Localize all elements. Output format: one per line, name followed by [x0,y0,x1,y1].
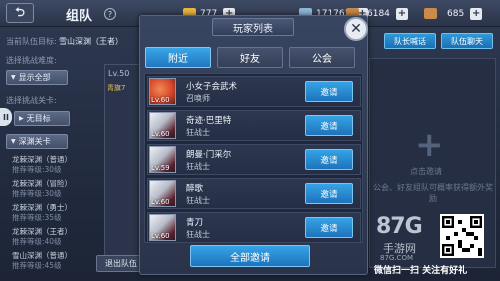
player-level: Lv.59 [151,164,170,172]
qr-code [440,214,484,258]
close-icon: ✕ [350,21,362,37]
watermark-caption: 微信扫一扫 关注有好礼 [374,266,468,276]
mode-item[interactable]: 龙棘深渊（普通） 推荐等级:30级 [12,155,72,175]
invite-hint-text: 公会、好友组队可概率获得额外奖励 [373,183,493,203]
player-class: 狂战士 [186,162,210,171]
triangle-right-icon: ▶ [19,115,24,122]
player-level: Lv.60 [151,130,170,138]
list-item: Lv.60 醉歌 狂战士 邀请 [147,178,361,209]
list-item: Lv.60 小女子会武术 召唤师 邀请 [147,76,361,107]
player-class: 狂战士 [186,230,210,239]
tab-guild[interactable]: 公会 [289,47,355,68]
resource-scroll-2: 685 + [424,6,483,21]
help-icon[interactable]: ? [104,8,116,20]
list-item: Lv.59 朗曼·门采尔 狂战士 邀请 [147,144,361,175]
leave-team-button[interactable]: 退出队伍 [96,255,144,272]
player-name: 小女子会武术 [186,82,238,92]
mode-item[interactable]: 龙棘深渊（王者） 推荐等级:40级 [12,227,72,247]
slot-level: Lv.50 [108,69,130,78]
watermark-logo: 87G [376,214,423,239]
player-class: 狂战士 [186,196,210,205]
player-list[interactable]: Lv.60 小女子会武术 召唤师 邀请 Lv.60 奇迹·巴里特 狂战士 邀请 … [144,73,363,243]
invite-button[interactable]: 邀请 [305,217,353,238]
player-class: 狂战士 [186,128,210,137]
scroll-1-value: 6184 [367,8,390,19]
add-scroll-1-button[interactable]: + [395,7,408,20]
invite-button[interactable]: 邀请 [305,115,353,136]
player-level: Lv.60 [151,232,170,240]
watermark-url: 87G.COM [380,254,413,262]
scroll-2-value: 685 [447,8,465,19]
modal-title: 玩家列表 [212,18,294,36]
avatar: Lv.60 [149,78,176,105]
goal-label: 当前队伍目标: [6,37,57,46]
triangle-down-icon: ▼ [11,74,16,81]
scroll-knob[interactable]: II [0,108,12,126]
player-name: 醉歌 [186,184,204,194]
list-item: Lv.60 青刀 狂战士 邀请 [147,212,361,242]
level-label: 选择挑战关卡: [6,96,57,105]
invite-button[interactable]: 邀请 [305,183,353,204]
invite-all-button[interactable]: 全部邀请 [190,245,310,267]
player-name: 奇迹·巴里特 [186,116,232,126]
player-level: Lv.60 [151,198,170,206]
scroll-icon [424,8,437,19]
invite-button[interactable]: 邀请 [305,81,353,102]
mode-item[interactable]: 龙棘深渊（冒险） 推荐等级:30级 [12,179,72,199]
player-name: 朗曼·门采尔 [186,150,232,160]
slot-tag: 青旗7 [107,84,126,92]
team-slot[interactable] [104,64,142,264]
tab-nearby[interactable]: 附近 [145,47,211,68]
goal-value: 雪山深渊（王者） [59,37,123,46]
invite-button[interactable]: 邀请 [305,149,353,170]
no-target-button[interactable]: ▶ 无目标 [14,111,70,126]
player-name: 青刀 [186,218,204,228]
list-item: Lv.60 奇迹·巴里特 狂战士 邀请 [147,110,361,141]
avatar: Lv.60 [149,112,176,139]
click-invite-label: 点击邀请 [410,167,442,176]
team-chat-button[interactable]: 队伍聊天 [441,33,493,49]
player-level: Lv.60 [151,96,170,104]
page-title: 组队 [66,9,93,24]
qr-code-icon [442,216,482,256]
mode-item[interactable]: 雪山深渊（普通） 推荐等级:45级 [12,251,72,271]
back-button[interactable]: ⮌ [6,3,34,23]
plus-icon: + [415,125,444,165]
add-scroll-2-button[interactable]: + [470,7,483,20]
difficulty-label: 选择挑战难度: [6,56,57,65]
close-button[interactable]: ✕ [344,17,368,41]
player-class: 召唤师 [186,94,210,103]
avatar: Lv.60 [149,180,176,207]
mode-item[interactable]: 龙棘深渊（勇士） 推荐等级:35级 [12,203,72,223]
tab-friends[interactable]: 好友 [217,47,283,68]
show-all-button[interactable]: ▼ 显示全部 [6,70,68,85]
captain-shout-button[interactable]: 队长喊话 [384,33,436,49]
triangle-down-icon: ▼ [11,138,16,145]
back-arrow-icon: ⮌ [15,4,25,19]
abyss-button[interactable]: ▼ 深渊关卡 [6,134,68,149]
avatar: Lv.60 [149,214,176,241]
avatar: Lv.59 [149,146,176,173]
